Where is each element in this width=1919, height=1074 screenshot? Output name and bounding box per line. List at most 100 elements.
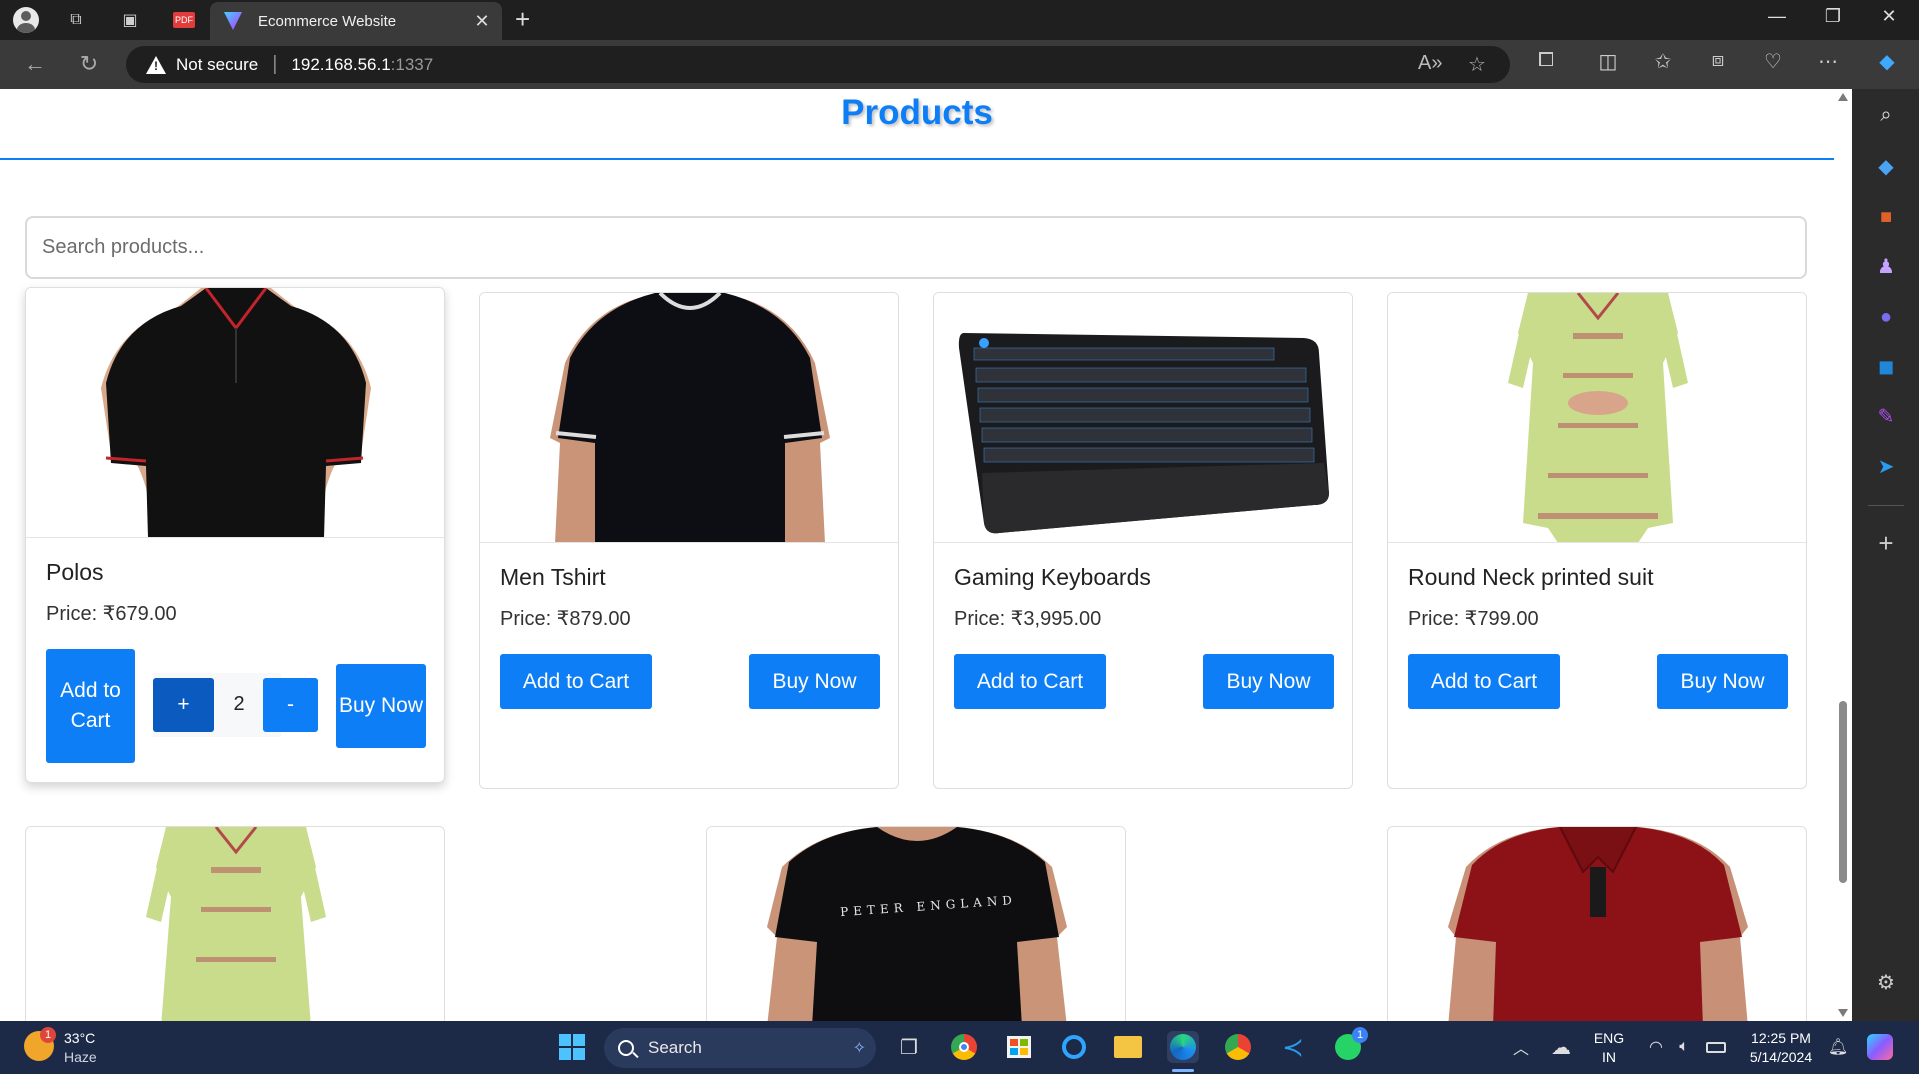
vite-favicon-icon [224,12,242,30]
address-separator: | [272,53,278,75]
back-icon[interactable]: ← [20,49,50,79]
extensions-icon[interactable]: ⧠ [1531,49,1561,72]
copilot-taskbar-icon[interactable] [1864,1031,1896,1063]
pdf-tab-icon[interactable]: PDF [170,6,198,34]
close-window-icon[interactable]: ✕ [1874,6,1904,27]
kurta-image[interactable] [26,827,445,1021]
chrome-profile-icon[interactable] [1222,1031,1254,1063]
outlook-icon[interactable]: ◼ [1872,353,1900,381]
lang-region[interactable]: IN [1592,1048,1626,1066]
new-tab-icon[interactable]: + [515,4,530,35]
lang-code[interactable]: ENG [1592,1029,1626,1047]
page-scrollbar[interactable] [1834,89,1852,1021]
onedrive-cloud-icon[interactable]: ☁ [1545,1031,1577,1063]
quantity-minus-button[interactable]: - [263,678,318,732]
vscode-icon[interactable]: ≺ [1277,1031,1309,1063]
active-app-indicator [1172,1069,1194,1072]
buy-now-button[interactable]: Buy Now [1203,654,1334,709]
product-card-men-tshirt[interactable]: Men Tshirt Price: ₹879.00 Add to Cart Bu… [479,292,899,789]
address-bar[interactable]: ! Not secure | 192.168.56.1 :1337 A» ☆ [126,46,1510,83]
buy-now-button[interactable]: Buy Now [749,654,880,709]
tshirt-black-image[interactable] [480,293,898,543]
product-card-row2-polo-red[interactable] [1387,826,1807,1021]
notification-bell-icon[interactable]: 🔔︎ [1822,1031,1854,1063]
add-to-cart-button[interactable]: Add to Cart [1408,654,1560,709]
tab-ecommerce-website[interactable]: Ecommerce Website ✕ [210,2,502,40]
security-label[interactable]: Not secure [176,55,258,75]
vertical-tabs-icon[interactable]: ▣ [116,6,144,34]
split-screen-icon[interactable]: ◫ [1593,49,1623,74]
polo-black-image[interactable] [26,288,444,538]
product-card-round-neck-printed-suit[interactable]: Round Neck printed suit Price: ₹799.00 A… [1387,292,1807,789]
add-to-cart-button[interactable]: Add to Cart [500,654,652,709]
page-title: Products [841,93,993,132]
add-to-cart-button[interactable]: Add to Cart [46,649,135,763]
buy-now-button[interactable]: Buy Now [1657,654,1788,709]
browser-tab-bar: ⧉ ▣ PDF Ecommerce Website ✕ + — ❐ ✕ [0,0,1919,40]
file-explorer-icon[interactable] [1112,1031,1144,1063]
copilot-icon[interactable]: ◆ [1872,49,1902,74]
minimize-icon[interactable]: — [1762,6,1792,27]
designer-icon[interactable]: ✎ [1872,403,1900,431]
copilot-sidebar-icon[interactable]: ● [1872,303,1900,331]
performance-icon[interactable]: ♡ [1758,49,1788,74]
scroll-down-icon[interactable] [1838,1009,1848,1017]
chrome-icon[interactable] [948,1031,980,1063]
weather-desc[interactable]: Haze [64,1048,97,1066]
task-view-icon[interactable]: ❐ [893,1031,925,1063]
edge-sidebar: ⌕ ◆ ■ ♟ ● ◼ ✎ ➤ + ⚙ [1852,89,1919,1021]
buy-now-button[interactable]: Buy Now [336,664,426,748]
clock-date[interactable]: 5/14/2024 [1740,1048,1822,1066]
browser-toolbar: ← ↻ ! Not secure | 192.168.56.1 :1337 A»… [0,40,1919,89]
shopping-tag-icon[interactable]: ◆ [1872,153,1900,181]
kurta-image[interactable] [1388,293,1806,543]
more-menu-icon[interactable]: ⋯ [1813,49,1843,74]
product-card-row2-kurta[interactable] [25,826,445,1021]
url-port[interactable]: :1337 [391,55,434,75]
tshirt-image[interactable] [707,827,1126,1021]
weather-temp[interactable]: 33°C [64,1029,95,1047]
collections-icon[interactable]: ⧈ [1703,49,1733,72]
search-icon[interactable]: ⌕ [1872,101,1900,129]
cortana-icon[interactable] [1058,1031,1090,1063]
add-icon[interactable]: + [1872,529,1900,557]
product-name: Round Neck printed suit [1408,564,1654,590]
whatsapp-badge: 1 [1352,1027,1368,1043]
quantity-plus-button[interactable]: + [153,678,214,732]
tab-close-icon[interactable]: ✕ [470,11,494,32]
send-icon[interactable]: ➤ [1872,453,1900,481]
sidebar-divider [1868,505,1904,506]
tools-icon[interactable]: ■ [1872,203,1900,231]
product-name: Gaming Keyboards [954,564,1151,590]
keyboard-image[interactable] [934,293,1352,543]
refresh-icon[interactable]: ↻ [74,49,104,79]
favorite-star-icon[interactable]: ☆ [1468,52,1486,77]
read-aloud-icon[interactable]: A» [1418,52,1442,75]
product-card-row2-tshirt[interactable]: PETER ENGLAND [706,826,1126,1021]
start-windows-icon[interactable] [556,1031,588,1063]
add-to-cart-button[interactable]: Add to Cart [954,654,1106,709]
profile-avatar-icon[interactable] [12,6,40,34]
taskbar-search[interactable]: Search ✧ [604,1028,876,1068]
product-name: Men Tshirt [500,564,606,590]
edge-icon[interactable] [1167,1031,1199,1063]
warning-icon[interactable]: ! [146,55,166,74]
battery-icon[interactable] [1700,1031,1732,1063]
scroll-up-icon[interactable] [1838,93,1848,101]
workspaces-icon[interactable]: ⧉ [62,6,90,34]
clock-time[interactable]: 12:25 PM [1740,1029,1822,1047]
settings-gear-icon[interactable]: ⚙ [1872,969,1900,997]
favorites-icon[interactable]: ✩ [1648,49,1678,74]
polo-red-image[interactable] [1388,827,1807,1021]
search-input[interactable] [25,216,1807,279]
games-icon[interactable]: ♟ [1872,253,1900,281]
volume-icon[interactable]: 🔈︎ [1668,1031,1700,1063]
scrollbar-thumb[interactable] [1839,701,1847,883]
chevron-up-icon[interactable]: ︿ [1505,1031,1537,1063]
quantity-value: 2 [233,693,245,715]
microsoft-store-icon[interactable] [1003,1031,1035,1063]
restore-icon[interactable]: ❐ [1818,6,1848,27]
product-card-gaming-keyboards[interactable]: Gaming Keyboards Price: ₹3,995.00 Add to… [933,292,1353,789]
url-host[interactable]: 192.168.56.1 [291,55,390,75]
product-card-polos[interactable]: Polos Price: ₹679.00 Add to Cart + 2 - B… [25,287,445,783]
